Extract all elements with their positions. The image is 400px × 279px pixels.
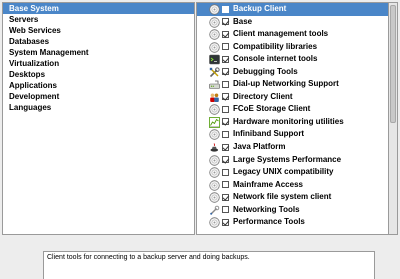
package-checkbox[interactable] — [222, 80, 229, 88]
package-row[interactable]: Console internet tools — [197, 53, 388, 66]
package-checkbox[interactable] — [222, 30, 229, 38]
package-label: Compatibility libraries — [233, 41, 318, 51]
package-row[interactable]: Mainframe Access — [197, 179, 388, 192]
java-icon — [209, 142, 220, 153]
category-item[interactable]: Web Services — [3, 25, 194, 36]
package-label: Infiniband Support — [233, 129, 305, 139]
category-item[interactable]: Applications — [3, 80, 194, 91]
package-icon — [209, 179, 220, 191]
category-item[interactable]: Virtualization — [3, 58, 194, 69]
package-icon — [209, 154, 220, 166]
package-icon — [209, 129, 220, 141]
package-icon — [209, 16, 220, 28]
package-label: Debugging Tools — [233, 66, 298, 76]
package-checkbox[interactable] — [222, 218, 229, 226]
category-list[interactable]: Base System Servers Web Services Databases S… — [2, 2, 195, 235]
category-item[interactable]: Base System — [3, 3, 194, 14]
package-checkbox[interactable] — [222, 130, 229, 138]
package-label: Base — [233, 16, 253, 26]
package-label: Dial-up Networking Support — [233, 79, 339, 89]
package-checkbox[interactable] — [222, 43, 229, 51]
network-tools-icon — [209, 205, 220, 216]
package-checkbox[interactable] — [222, 168, 229, 176]
package-label: Networking Tools — [233, 204, 300, 214]
package-label: Java Platform — [233, 142, 286, 152]
package-checkbox[interactable] — [222, 55, 229, 63]
package-checkbox[interactable] — [222, 118, 229, 126]
package-icon — [209, 104, 220, 116]
monitor-chart-icon — [209, 117, 220, 128]
terminal-icon — [209, 54, 220, 65]
package-row[interactable]: Backup Client — [197, 3, 388, 16]
category-item[interactable]: Development — [3, 91, 194, 102]
package-checkbox[interactable] — [222, 18, 229, 26]
package-row[interactable]: FCoE Storage Client — [197, 103, 388, 116]
package-label: Large Systems Performance — [233, 154, 342, 164]
package-label: Mainframe Access — [233, 179, 303, 189]
package-checkbox[interactable] — [222, 5, 229, 13]
package-checkbox[interactable] — [222, 206, 229, 214]
package-icon — [209, 29, 220, 40]
scrollbar-thumb[interactable] — [390, 5, 396, 123]
package-row[interactable]: Compatibility libraries — [197, 41, 388, 54]
package-row[interactable]: Large Systems Performance — [197, 154, 388, 167]
package-row[interactable]: Directory Client — [197, 91, 388, 104]
package-checkbox[interactable] — [222, 93, 229, 101]
package-row[interactable]: Legacy UNIX compatibility — [197, 166, 388, 179]
package-row[interactable]: Debugging Tools — [197, 66, 388, 79]
package-checkbox[interactable] — [222, 181, 229, 189]
package-row[interactable]: Networking Tools — [197, 204, 388, 217]
package-row[interactable]: Client management tools — [197, 28, 388, 41]
package-description: Client tools for connecting to a backup … — [43, 251, 375, 279]
package-label: Directory Client — [233, 91, 293, 101]
package-row[interactable]: Infiniband Support — [197, 128, 388, 141]
package-label: Hardware monitoring utilities — [233, 116, 344, 126]
package-checkbox[interactable] — [222, 193, 229, 201]
package-list[interactable]: Backup Client Base Client management tools… — [196, 2, 389, 235]
package-label: FCoE Storage Client — [233, 104, 311, 114]
package-icon — [209, 192, 220, 203]
package-row[interactable]: Dial-up Networking Support — [197, 78, 388, 91]
modem-icon — [209, 79, 220, 90]
package-label: Console internet tools — [233, 54, 318, 64]
package-list-scrollbar[interactable] — [389, 2, 398, 235]
package-checkbox[interactable] — [222, 143, 229, 151]
package-row[interactable]: Base — [197, 16, 388, 29]
package-row[interactable]: Java Platform — [197, 141, 388, 154]
package-checkbox[interactable] — [222, 68, 229, 76]
category-item[interactable]: Languages — [3, 102, 194, 113]
package-icon — [209, 167, 220, 178]
package-label: Performance Tools — [233, 217, 305, 227]
debug-tools-icon — [209, 67, 220, 78]
package-row[interactable]: Performance Tools — [197, 216, 388, 229]
category-item[interactable]: Desktops — [3, 69, 194, 80]
package-label: Backup Client — [233, 4, 287, 13]
package-checkbox[interactable] — [222, 156, 229, 164]
package-label: Client management tools — [233, 29, 329, 39]
package-icon — [209, 41, 220, 53]
category-item[interactable]: System Management — [3, 47, 194, 58]
package-checkbox[interactable] — [222, 105, 229, 113]
backup-icon — [209, 4, 220, 15]
package-icon — [209, 217, 220, 228]
package-row[interactable]: Network file system client — [197, 191, 388, 204]
category-item[interactable]: Servers — [3, 14, 194, 25]
package-label: Network file system client — [233, 192, 332, 202]
package-row[interactable]: Hardware monitoring utilities — [197, 116, 388, 129]
users-icon — [209, 92, 220, 103]
category-item[interactable]: Databases — [3, 36, 194, 47]
package-label: Legacy UNIX compatibility — [233, 167, 334, 177]
